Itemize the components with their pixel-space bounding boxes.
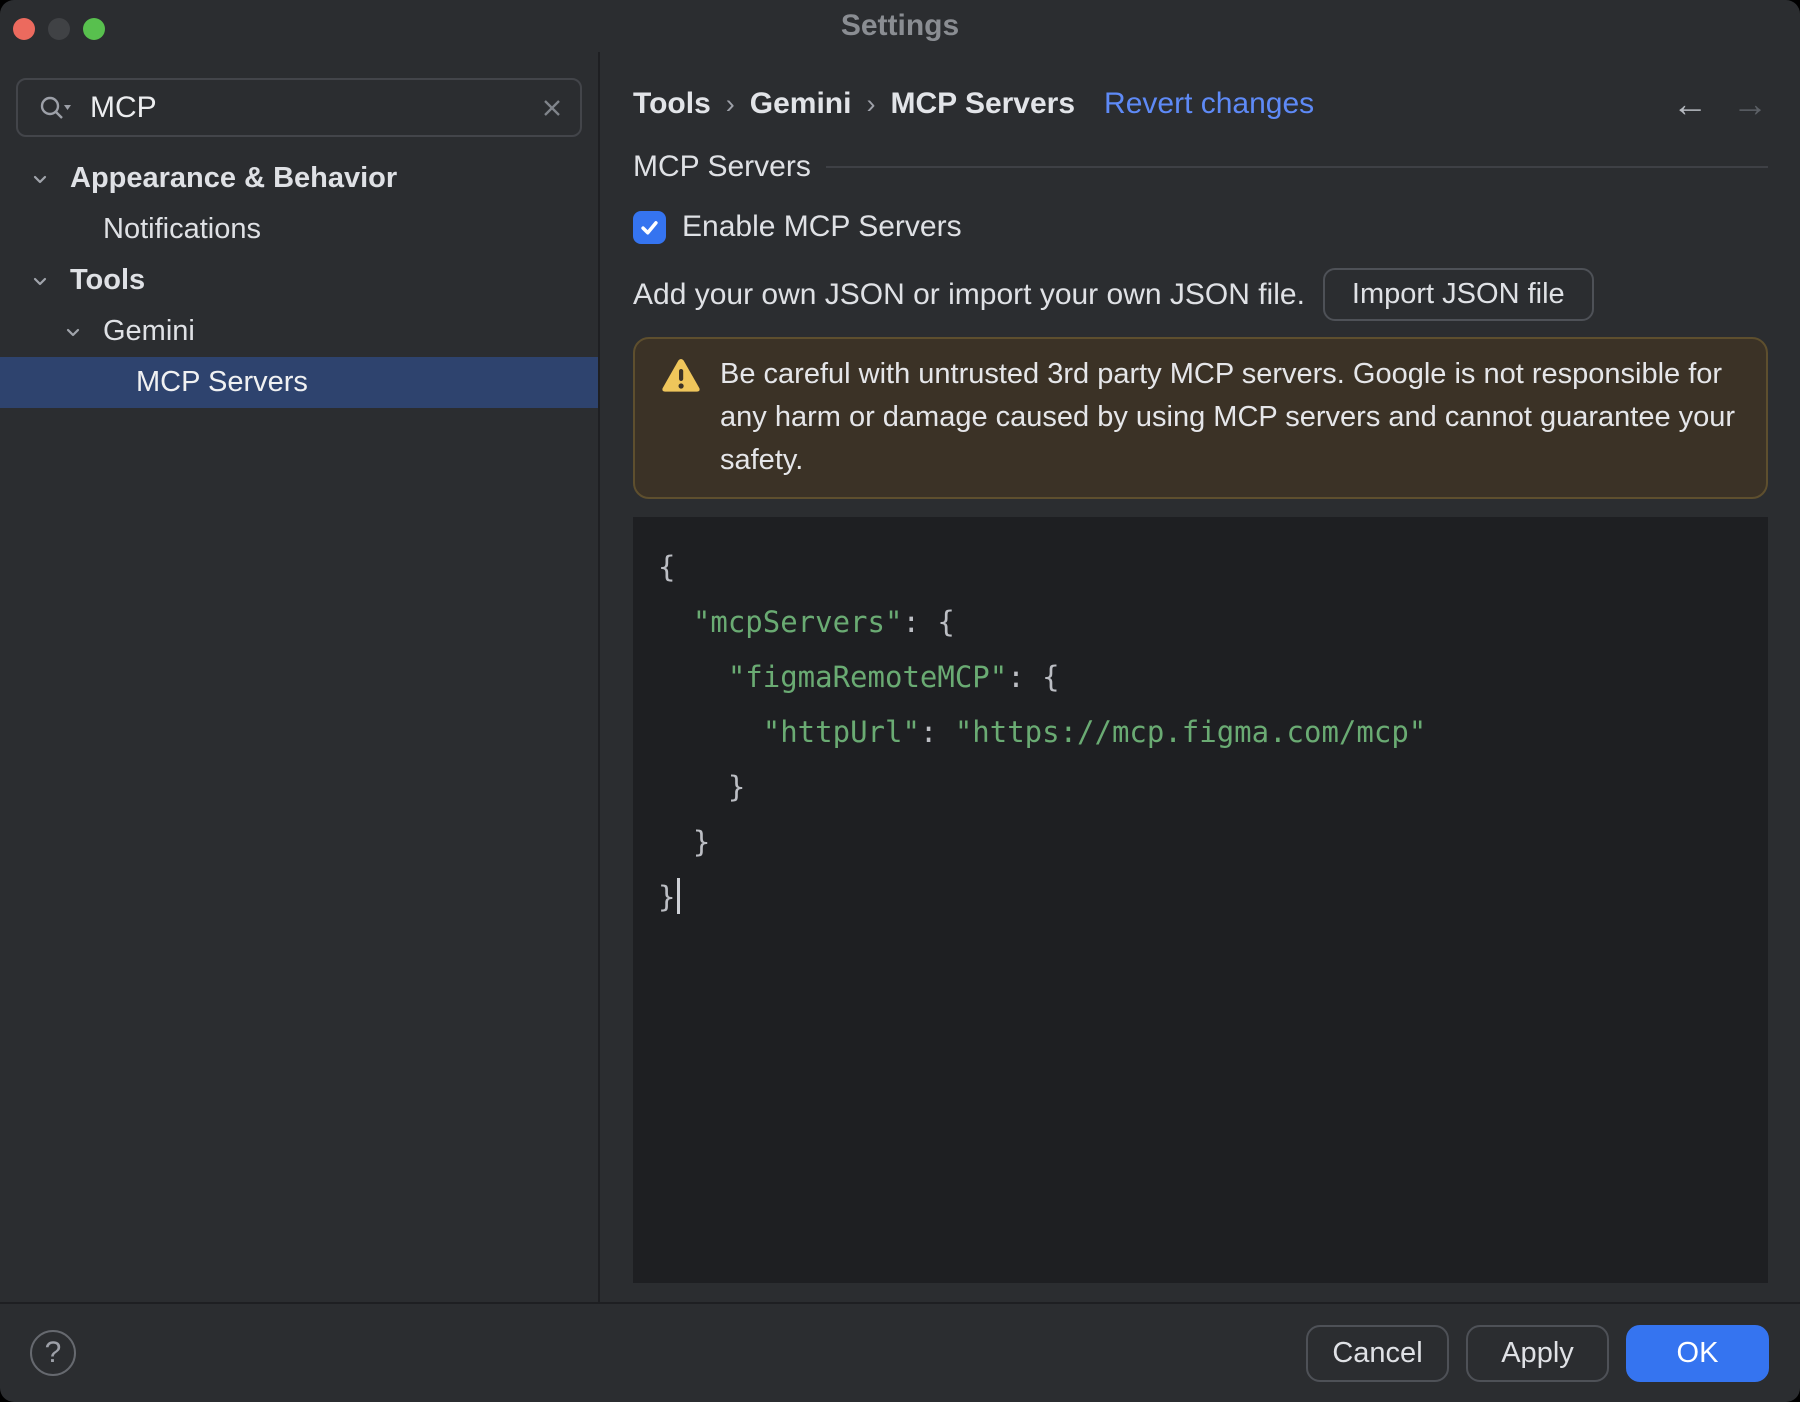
sidebar-item-mcp-servers[interactable]: MCP Servers [0, 357, 598, 408]
breadcrumb-item-gemini[interactable]: Gemini [750, 87, 852, 121]
code-token-punctuation: } [658, 770, 746, 804]
code-token-punctuation: } [658, 825, 711, 859]
clear-search-icon[interactable] [540, 96, 564, 120]
checkmark-icon [641, 220, 658, 234]
code-token-punctuation: : { [902, 605, 955, 639]
section-header: MCP Servers [633, 150, 1768, 184]
chevron-down-icon[interactable] [28, 167, 70, 191]
enable-mcp-servers-checkbox[interactable] [633, 210, 666, 244]
footer-buttons: Cancel Apply OK [1306, 1324, 1769, 1382]
sidebar-item-gemini[interactable]: Gemini [0, 306, 598, 357]
code-line: } [658, 760, 1768, 815]
sidebar-item-notifications[interactable]: Notifications [0, 204, 598, 255]
search-input[interactable]: MCP [90, 91, 540, 125]
breadcrumb: Tools › Gemini › MCP Servers [633, 87, 1075, 121]
code-line: } [658, 870, 1768, 925]
sidebar-item-label: Notifications [103, 213, 261, 245]
code-token-string: "httpUrl" [762, 715, 920, 749]
code-line: { [658, 540, 1768, 595]
import-description: Add your own JSON or import your own JSO… [633, 277, 1305, 311]
sidebar: MCP Appearance & Behavior Notifications To… [0, 52, 600, 1302]
warning-text: Be careful with untrusted 3rd party MCP … [720, 358, 1736, 476]
cancel-button[interactable]: Cancel [1306, 1324, 1449, 1382]
code-token-punctuation [658, 715, 763, 749]
import-row: Add your own JSON or import your own JSO… [633, 268, 1768, 321]
sidebar-item-label: MCP Servers [136, 366, 308, 398]
breadcrumb-item-mcp-servers[interactable]: MCP Servers [890, 87, 1075, 121]
settings-search-field[interactable]: MCP [16, 78, 582, 137]
enable-mcp-servers-row[interactable]: Enable MCP Servers [633, 210, 1768, 244]
import-json-file-button[interactable]: Import JSON file [1322, 268, 1594, 321]
main-panel: Tools › Gemini › MCP Servers Revert changes … [600, 52, 1800, 1302]
code-token-string: "figmaRemoteMCP" [727, 660, 1008, 694]
window-title: Settings [840, 9, 960, 42]
code-area[interactable]: { "mcpServers": { "figmaRemoteMCP": { "h… [633, 517, 1768, 925]
warning-icon [661, 358, 701, 394]
ok-button[interactable]: OK [1626, 1324, 1769, 1382]
section-divider [825, 166, 1768, 168]
code-line: "figmaRemoteMCP": { [658, 650, 1768, 705]
enable-mcp-servers-label: Enable MCP Servers [682, 210, 962, 243]
code-token-string: "mcpServers" [692, 605, 903, 639]
code-token-punctuation [658, 605, 693, 639]
chevron-down-icon[interactable] [28, 269, 70, 293]
code-token-punctuation: : { [1007, 660, 1060, 694]
json-editor[interactable]: { "mcpServers": { "figmaRemoteMCP": { "h… [633, 517, 1768, 1283]
help-button[interactable]: ? [30, 1330, 76, 1376]
search-icon [38, 93, 72, 123]
settings-window: Settings MCP Appearance & Behavior Notif… [0, 0, 1800, 1402]
code-token-punctuation [658, 660, 728, 694]
section-title: MCP Servers [633, 150, 811, 183]
settings-tree: Appearance & Behavior Notifications Tools G… [0, 153, 598, 408]
breadcrumb-separator: › [866, 88, 876, 119]
breadcrumb-separator: › [725, 88, 735, 119]
code-token-punctuation: : [919, 715, 955, 749]
footer-bar: ? Cancel Apply OK [0, 1302, 1800, 1402]
code-token-string: "https://mcp.figma.com/mcp" [954, 715, 1427, 749]
sidebar-item-label: Gemini [103, 315, 195, 347]
breadcrumb-row: Tools › Gemini › MCP Servers Revert changes … [633, 85, 1768, 123]
titlebar: Settings [0, 0, 1800, 52]
code-line: "mcpServers": { [658, 595, 1768, 650]
breadcrumb-item-tools[interactable]: Tools [633, 87, 711, 121]
warning-banner: Be careful with untrusted 3rd party MCP … [633, 337, 1768, 499]
apply-button[interactable]: Apply [1466, 1324, 1609, 1382]
code-line: } [658, 815, 1768, 870]
code-token-punctuation: } [658, 880, 676, 914]
text-cursor [677, 878, 681, 914]
forward-arrow-icon[interactable]: → [1732, 86, 1768, 122]
history-navigation: ← → [1672, 86, 1768, 122]
revert-changes-link[interactable]: Revert changes [1104, 87, 1314, 121]
sidebar-item-label: Tools [70, 264, 146, 296]
sidebar-item-label: Appearance & Behavior [70, 162, 398, 194]
code-line: "httpUrl": "https://mcp.figma.com/mcp" [658, 705, 1768, 760]
code-token-punctuation: { [658, 550, 676, 584]
sidebar-item-tools[interactable]: Tools [0, 255, 598, 306]
sidebar-item-appearance-behavior[interactable]: Appearance & Behavior [0, 153, 598, 204]
back-arrow-icon[interactable]: ← [1672, 86, 1708, 122]
chevron-down-icon[interactable] [61, 320, 103, 344]
